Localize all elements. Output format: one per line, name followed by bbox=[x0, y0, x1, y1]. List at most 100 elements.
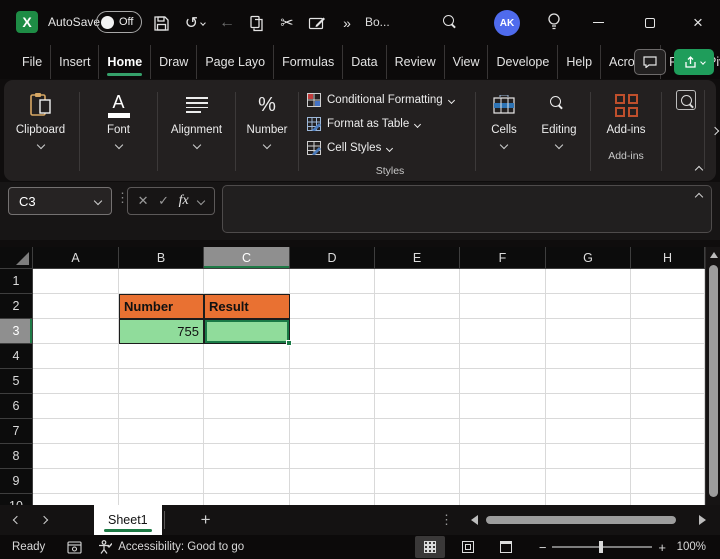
cell-styles-button[interactable]: Cell Styles bbox=[307, 136, 473, 160]
cell-B9[interactable] bbox=[119, 469, 204, 494]
row-header-2[interactable]: 2 bbox=[0, 294, 33, 319]
cell-C2[interactable]: Result bbox=[204, 294, 290, 319]
accessibility-icon[interactable] bbox=[98, 539, 113, 555]
vertical-scroll-thumb[interactable] bbox=[709, 265, 718, 497]
cell-D6[interactable] bbox=[290, 394, 375, 419]
sheet-tab-sheet1[interactable]: Sheet1 bbox=[94, 505, 162, 535]
cell-G7[interactable] bbox=[546, 419, 631, 444]
cell-G10[interactable] bbox=[546, 494, 631, 505]
save-icon[interactable] bbox=[150, 12, 172, 34]
format-as-table-button[interactable]: Format as Table bbox=[307, 112, 473, 136]
cell-F8[interactable] bbox=[460, 444, 546, 469]
cell-C9[interactable] bbox=[204, 469, 290, 494]
cell-B3[interactable]: 755 bbox=[119, 319, 204, 344]
cell-C7[interactable] bbox=[204, 419, 290, 444]
zoom-slider[interactable] bbox=[552, 541, 653, 553]
cell-A10[interactable] bbox=[33, 494, 119, 505]
collapse-ribbon-icon[interactable] bbox=[694, 165, 704, 175]
prev-sheet-icon[interactable] bbox=[0, 515, 34, 525]
cell-E6[interactable] bbox=[375, 394, 460, 419]
formula-input[interactable] bbox=[222, 185, 712, 233]
row-header-7[interactable]: 7 bbox=[0, 419, 33, 444]
normal-view-button[interactable] bbox=[414, 536, 445, 558]
autosave-toggle[interactable]: Off bbox=[96, 11, 142, 33]
row-header-9[interactable]: 9 bbox=[0, 469, 33, 494]
cell-B2[interactable]: Number bbox=[119, 294, 204, 319]
cell-A9[interactable] bbox=[33, 469, 119, 494]
tab-help[interactable]: Help bbox=[557, 45, 600, 79]
cell-C5[interactable] bbox=[204, 369, 290, 394]
zoom-level[interactable]: 100% bbox=[674, 541, 710, 553]
cell-E7[interactable] bbox=[375, 419, 460, 444]
row-header-3[interactable]: 3 bbox=[0, 319, 33, 344]
cell-B4[interactable] bbox=[119, 344, 204, 369]
tab-insert[interactable]: Insert bbox=[50, 45, 98, 79]
cell-B6[interactable] bbox=[119, 394, 204, 419]
cell-G4[interactable] bbox=[546, 344, 631, 369]
cell-C4[interactable] bbox=[204, 344, 290, 369]
page-layout-view-button[interactable] bbox=[453, 536, 483, 558]
addins-button[interactable] bbox=[614, 90, 638, 120]
cell-H10[interactable] bbox=[631, 494, 705, 505]
tab-file[interactable]: File bbox=[14, 45, 50, 79]
share-button[interactable] bbox=[674, 49, 714, 75]
cell-G6[interactable] bbox=[546, 394, 631, 419]
cell-C3[interactable] bbox=[204, 319, 292, 346]
maximize-button[interactable] bbox=[628, 0, 672, 45]
cell-B5[interactable] bbox=[119, 369, 204, 394]
cell-D1[interactable] bbox=[290, 269, 375, 294]
cell-H7[interactable] bbox=[631, 419, 705, 444]
row-header-1[interactable]: 1 bbox=[0, 269, 33, 294]
cell-A3[interactable] bbox=[33, 319, 119, 344]
cell-A5[interactable] bbox=[33, 369, 119, 394]
tab-home[interactable]: Home bbox=[98, 45, 150, 79]
horizontal-scrollbar[interactable] bbox=[471, 514, 706, 526]
new-sheet-button[interactable]: + bbox=[201, 510, 211, 530]
column-header-A[interactable]: A bbox=[33, 247, 119, 269]
cell-G3[interactable] bbox=[546, 319, 631, 344]
cell-G5[interactable] bbox=[546, 369, 631, 394]
excel-logo-icon[interactable]: X bbox=[16, 11, 38, 33]
cell-D10[interactable] bbox=[290, 494, 375, 505]
row-header-5[interactable]: 5 bbox=[0, 369, 33, 394]
next-sheet-icon[interactable] bbox=[34, 515, 54, 525]
row-header-10[interactable]: 10 bbox=[0, 494, 33, 505]
font-group-button[interactable]: A Font bbox=[82, 86, 155, 181]
cell-A7[interactable] bbox=[33, 419, 119, 444]
cell-B10[interactable] bbox=[119, 494, 204, 505]
cell-F10[interactable] bbox=[460, 494, 546, 505]
undo-button[interactable]: ↺ bbox=[180, 12, 210, 34]
cell-D8[interactable] bbox=[290, 444, 375, 469]
cell-E4[interactable] bbox=[375, 344, 460, 369]
cell-H6[interactable] bbox=[631, 394, 705, 419]
cell-H1[interactable] bbox=[631, 269, 705, 294]
cell-G2[interactable] bbox=[546, 294, 631, 319]
column-header-D[interactable]: D bbox=[290, 247, 375, 269]
cell-E9[interactable] bbox=[375, 469, 460, 494]
column-header-E[interactable]: E bbox=[375, 247, 460, 269]
cell-A8[interactable] bbox=[33, 444, 119, 469]
cell-G8[interactable] bbox=[546, 444, 631, 469]
tab-draw[interactable]: Draw bbox=[150, 45, 196, 79]
cell-D3[interactable] bbox=[290, 319, 375, 344]
cell-E10[interactable] bbox=[375, 494, 460, 505]
cell-B8[interactable] bbox=[119, 444, 204, 469]
zoom-in-button[interactable]: + bbox=[658, 540, 666, 555]
fill-handle[interactable] bbox=[286, 340, 292, 346]
cell-F6[interactable] bbox=[460, 394, 546, 419]
close-button[interactable]: × bbox=[676, 0, 720, 45]
cell-C6[interactable] bbox=[204, 394, 290, 419]
cell-F9[interactable] bbox=[460, 469, 546, 494]
cell-D5[interactable] bbox=[290, 369, 375, 394]
cell-F7[interactable] bbox=[460, 419, 546, 444]
tab-view[interactable]: View bbox=[443, 45, 488, 79]
fx-dropdown-icon[interactable] bbox=[197, 196, 206, 206]
clipboard-group-button[interactable]: Clipboard bbox=[4, 86, 77, 181]
cell-E3[interactable] bbox=[375, 319, 460, 344]
zoom-slider-thumb[interactable] bbox=[599, 541, 604, 553]
cell-F4[interactable] bbox=[460, 344, 546, 369]
cell-E2[interactable] bbox=[375, 294, 460, 319]
tab-data[interactable]: Data bbox=[342, 45, 385, 79]
cell-H3[interactable] bbox=[631, 319, 705, 344]
row-header-6[interactable]: 6 bbox=[0, 394, 33, 419]
